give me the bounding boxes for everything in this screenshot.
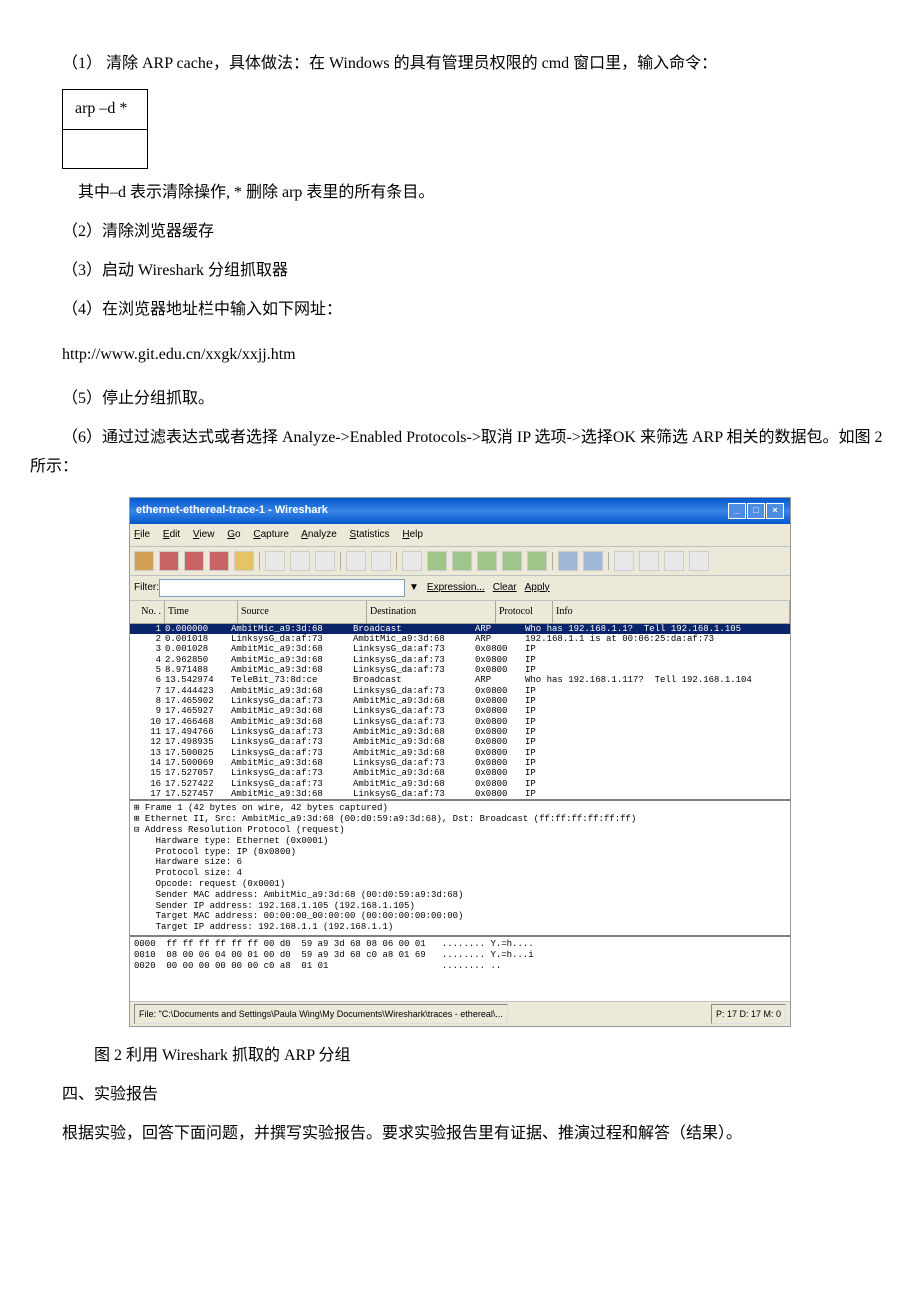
col-source[interactable]: Source [238, 601, 367, 623]
blank-cell [63, 129, 148, 169]
col-info[interactable]: Info [553, 601, 790, 623]
paragraph-8: 根据实验，回答下面问题，并撰写实验报告。要求实验报告里有证据、推演过程和解答（结… [30, 1120, 890, 1149]
status-packets: P: 17 D: 17 M: 0 [711, 1004, 786, 1024]
wireshark-window: ethernet-ethereal-trace-1 - Wireshark _□… [129, 497, 791, 1027]
paragraph-2: 其中–d 表示清除操作, * 删除 arp 表里的所有条目。 [30, 179, 890, 208]
packet-row[interactable]: 1517.527057LinksysG_da:af:73AmbitMic_a9:… [130, 768, 790, 778]
toolbar-btn-4[interactable] [209, 551, 229, 571]
maximize-icon[interactable]: □ [747, 503, 765, 519]
close-icon[interactable]: × [766, 503, 784, 519]
toolbar-sep [259, 552, 260, 570]
packet-row[interactable]: 10.000000AmbitMic_a9:3d:68BroadcastARPWh… [130, 624, 790, 634]
col-destination[interactable]: Destination [367, 601, 496, 623]
menu-go[interactable]: Go [227, 529, 240, 540]
packet-bytes-pane[interactable]: 0000 ff ff ff ff ff ff 00 d0 59 a9 3d 68… [130, 937, 790, 1001]
packet-row[interactable]: 42.962850AmbitMic_a9:3d:68LinksysG_da:af… [130, 655, 790, 665]
clear-link[interactable]: Clear [493, 579, 517, 597]
toolbar-sep-2 [340, 552, 341, 570]
menu-file[interactable]: File [134, 529, 150, 540]
main-toolbar [130, 547, 790, 576]
menu-edit[interactable]: Edit [163, 529, 180, 540]
zoom-in-icon[interactable] [614, 551, 634, 571]
status-bar: File: "C:\Documents and Settings\Paula W… [130, 1001, 790, 1026]
col-no[interactable]: No. . [130, 601, 165, 623]
menu-help[interactable]: Help [402, 529, 423, 540]
save-icon[interactable] [290, 551, 310, 571]
packet-row[interactable]: 1617.527422LinksysG_da:af:73AmbitMic_a9:… [130, 779, 790, 789]
packet-row[interactable]: 1117.494766LinksysG_da:af:73AmbitMic_a9:… [130, 727, 790, 737]
toolbar-btn-3[interactable] [184, 551, 204, 571]
toolbar-sep-3 [396, 552, 397, 570]
minimize-icon[interactable]: _ [728, 503, 746, 519]
filter-input[interactable] [159, 579, 405, 597]
zoom-reset-icon[interactable] [664, 551, 684, 571]
paragraph-7: （6）通过过滤表达式或者选择 Analyze->Enabled Protocol… [30, 424, 890, 482]
reload-icon[interactable] [346, 551, 366, 571]
forward-icon[interactable] [452, 551, 472, 571]
packet-row[interactable]: 1017.466468AmbitMic_a9:3d:68LinksysG_da:… [130, 717, 790, 727]
packet-list-header: No. . Time Source Destination Protocol I… [130, 601, 790, 624]
menu-capture[interactable]: Capture [253, 529, 289, 540]
url-text: http://www.git.edu.cn/xxgk/xxjj.htm [62, 341, 890, 370]
goto-last-icon[interactable] [527, 551, 547, 571]
packet-row[interactable]: 30.001028AmbitMic_a9:3d:68LinksysG_da:af… [130, 644, 790, 654]
paragraph-3: （2）清除浏览器缓存 [30, 218, 890, 247]
close-file-icon[interactable] [315, 551, 335, 571]
packet-row[interactable]: 1317.500025LinksysG_da:af:73AmbitMic_a9:… [130, 748, 790, 758]
back-icon[interactable] [427, 551, 447, 571]
paragraph-4: （3）启动 Wireshark 分组抓取器 [30, 257, 890, 286]
section-heading-4: 四、实验报告 [30, 1081, 890, 1110]
toolbar-sep-5 [608, 552, 609, 570]
autoscroll-icon[interactable] [583, 551, 603, 571]
toolbar-sep-4 [552, 552, 553, 570]
paragraph-5: （4）在浏览器地址栏中输入如下网址： [30, 296, 890, 325]
expression-link[interactable]: Expression... [427, 579, 485, 597]
zoom-out-icon[interactable] [639, 551, 659, 571]
filter-bar: Filter: ▼ Expression... Clear Apply [130, 576, 790, 601]
status-file: File: "C:\Documents and Settings\Paula W… [134, 1004, 508, 1024]
resize-icon[interactable] [689, 551, 709, 571]
packet-row[interactable]: 817.465902LinksysG_da:af:73AmbitMic_a9:3… [130, 696, 790, 706]
paragraph-1: （1） 清除 ARP cache，具体做法：在 Windows 的具有管理员权限… [30, 50, 890, 79]
packet-row[interactable]: 613.542974TeleBit_73:8d:ceBroadcastARPWh… [130, 675, 790, 685]
colorize-icon[interactable] [558, 551, 578, 571]
menu-bar: File Edit View Go Capture Analyze Statis… [130, 524, 790, 547]
print-icon[interactable] [371, 551, 391, 571]
figure-caption: 图 2 利用 Wireshark 抓取的 ARP 分组 [94, 1042, 890, 1071]
toolbar-btn-5[interactable] [234, 551, 254, 571]
filter-label: Filter: [134, 579, 159, 597]
col-protocol[interactable]: Protocol [496, 601, 553, 623]
command-box: arp –d * [62, 89, 148, 170]
packet-row[interactable]: 1217.498935LinksysG_da:af:73AmbitMic_a9:… [130, 737, 790, 747]
packet-list-pane[interactable]: No. . Time Source Destination Protocol I… [130, 601, 790, 802]
apply-link[interactable]: Apply [525, 579, 550, 597]
goto-first-icon[interactable] [502, 551, 522, 571]
toolbar-btn-1[interactable] [134, 551, 154, 571]
packet-row[interactable]: 1717.527457AmbitMic_a9:3d:68LinksysG_da:… [130, 789, 790, 799]
goto-icon[interactable] [477, 551, 497, 571]
window-titlebar: ethernet-ethereal-trace-1 - Wireshark _□… [130, 498, 790, 524]
menu-view[interactable]: View [193, 529, 215, 540]
packet-row[interactable]: 1417.500069AmbitMic_a9:3d:68LinksysG_da:… [130, 758, 790, 768]
command-text: arp –d * [63, 89, 148, 129]
window-buttons: _□× [727, 501, 784, 521]
find-icon[interactable] [402, 551, 422, 571]
packet-row[interactable]: 20.001018LinksysG_da:af:73AmbitMic_a9:3d… [130, 634, 790, 644]
menu-statistics[interactable]: Statistics [350, 529, 390, 540]
packet-row[interactable]: 58.971488AmbitMic_a9:3d:68LinksysG_da:af… [130, 665, 790, 675]
toolbar-btn-2[interactable] [159, 551, 179, 571]
packet-row[interactable]: 917.465927AmbitMic_a9:3d:68LinksysG_da:a… [130, 706, 790, 716]
packet-details-pane[interactable]: ⊞ Frame 1 (42 bytes on wire, 42 bytes ca… [130, 801, 790, 937]
menu-analyze[interactable]: Analyze [301, 529, 337, 540]
window-title: ethernet-ethereal-trace-1 - Wireshark [136, 501, 328, 521]
col-time[interactable]: Time [165, 601, 238, 623]
paragraph-6: （5）停止分组抓取。 [30, 385, 890, 414]
packet-row[interactable]: 717.444423AmbitMic_a9:3d:68LinksysG_da:a… [130, 686, 790, 696]
open-icon[interactable] [265, 551, 285, 571]
